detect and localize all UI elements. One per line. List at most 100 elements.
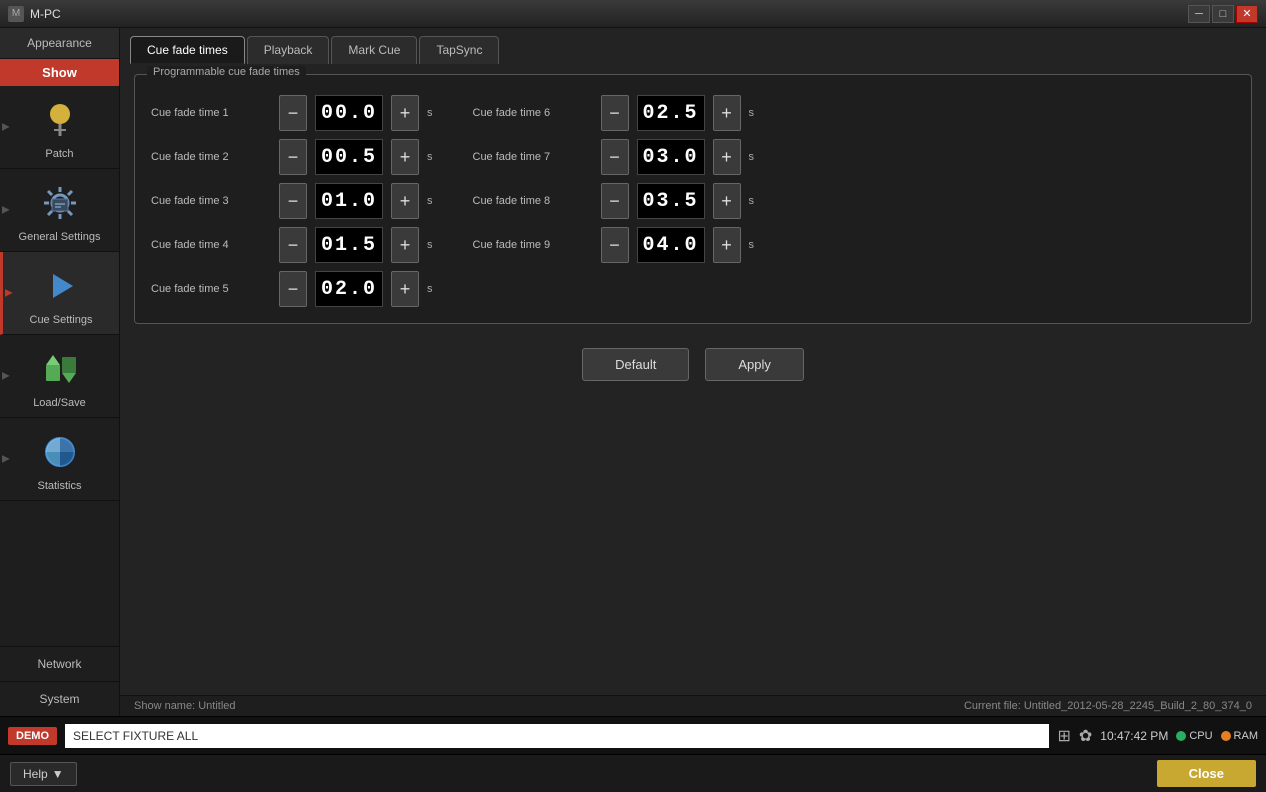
current-file: Current file: Untitled_2012-05-28_2245_B… xyxy=(964,700,1252,712)
fade-unit-4: s xyxy=(427,239,433,251)
fade-display-3: 01.0 xyxy=(315,183,383,219)
fade-unit-5: s xyxy=(427,283,433,295)
help-button[interactable]: Help ▼ xyxy=(10,762,77,786)
fade-display-6: 02.5 xyxy=(637,95,705,131)
fade-plus-5[interactable]: + xyxy=(391,271,419,307)
apply-button[interactable]: Apply xyxy=(705,348,804,381)
tab-mark-cue[interactable]: Mark Cue xyxy=(331,36,417,64)
fade-display-8: 03.5 xyxy=(637,183,705,219)
fade-label-6: Cue fade time 6 xyxy=(473,107,593,119)
general-settings-icon-wrap xyxy=(36,179,84,227)
fade-unit-3: s xyxy=(427,195,433,207)
cue-settings-icon-wrap xyxy=(37,262,85,310)
fade-minus-4[interactable]: − xyxy=(279,227,307,263)
cue-settings-icon xyxy=(39,264,83,308)
fade-row-7: Cue fade time 7 − 03.0 + s xyxy=(473,139,755,175)
fade-grid: Cue fade time 1 − 00.0 + s Cue fade time… xyxy=(151,95,1235,307)
sidebar-item-network[interactable]: Network xyxy=(0,646,119,681)
bottom-right: ⊞ ✿ 10:47:42 PM CPU RAM xyxy=(1057,726,1258,746)
fade-plus-8[interactable]: + xyxy=(713,183,741,219)
fade-plus-3[interactable]: + xyxy=(391,183,419,219)
close-window-button[interactable]: ✕ xyxy=(1236,5,1258,23)
patch-icon xyxy=(38,98,82,142)
app-title: M-PC xyxy=(30,7,61,21)
help-chevron-icon: ▼ xyxy=(52,767,64,781)
tab-playback[interactable]: Playback xyxy=(247,36,330,64)
sidebar-label-load-save: Load/Save xyxy=(33,397,86,409)
minimize-button[interactable]: ─ xyxy=(1188,5,1210,23)
taskbar-bottom: Help ▼ Close xyxy=(0,754,1266,792)
cpu-dot xyxy=(1176,731,1186,741)
sidebar-item-cue-settings[interactable]: ▶ Cue Settings xyxy=(0,252,119,335)
fade-display-9: 04.0 xyxy=(637,227,705,263)
fade-label-2: Cue fade time 2 xyxy=(151,151,271,163)
fade-row-9: Cue fade time 9 − 04.0 + s xyxy=(473,227,755,263)
fade-row-8: Cue fade time 8 − 03.5 + s xyxy=(473,183,755,219)
fade-minus-8[interactable]: − xyxy=(601,183,629,219)
fade-label-3: Cue fade time 3 xyxy=(151,195,271,207)
fade-display-5: 02.0 xyxy=(315,271,383,307)
fade-minus-9[interactable]: − xyxy=(601,227,629,263)
fade-plus-2[interactable]: + xyxy=(391,139,419,175)
tab-tapsync[interactable]: TapSync xyxy=(419,36,499,64)
cue-box-legend: Programmable cue fade times xyxy=(147,66,306,78)
settings-icon[interactable]: ✿ xyxy=(1079,726,1092,746)
sidebar-bottom: Network System xyxy=(0,646,119,716)
fade-unit-2: s xyxy=(427,151,433,163)
fade-minus-6[interactable]: − xyxy=(601,95,629,131)
panel: Programmable cue fade times Cue fade tim… xyxy=(120,64,1266,695)
fade-row-5: Cue fade time 5 − 02.0 + s xyxy=(151,271,433,307)
fade-plus-1[interactable]: + xyxy=(391,95,419,131)
close-button[interactable]: Close xyxy=(1157,760,1256,787)
fade-plus-9[interactable]: + xyxy=(713,227,741,263)
fade-display-2: 00.5 xyxy=(315,139,383,175)
sidebar-arrow-stats: ▶ xyxy=(2,454,10,465)
title-bar: M M-PC ─ □ ✕ xyxy=(0,0,1266,28)
fade-unit-7: s xyxy=(749,151,755,163)
fade-minus-1[interactable]: − xyxy=(279,95,307,131)
fade-minus-3[interactable]: − xyxy=(279,183,307,219)
fade-display-4: 01.5 xyxy=(315,227,383,263)
fade-minus-2[interactable]: − xyxy=(279,139,307,175)
sidebar-show-button[interactable]: Show xyxy=(0,59,119,86)
ram-indicator: RAM xyxy=(1221,730,1258,742)
sidebar-arrow-general: ▶ xyxy=(2,205,10,216)
demo-badge: DEMO xyxy=(8,727,57,745)
fade-col-right: Cue fade time 6 − 02.5 + s Cue fade time… xyxy=(473,95,755,307)
fade-plus-7[interactable]: + xyxy=(713,139,741,175)
fade-row-4: Cue fade time 4 − 01.5 + s xyxy=(151,227,433,263)
content-area: Cue fade times Playback Mark Cue TapSync… xyxy=(120,28,1266,716)
sidebar-item-general-settings[interactable]: ▶ xyxy=(0,169,119,252)
window-controls[interactable]: ─ □ ✕ xyxy=(1188,5,1258,23)
title-bar-left: M M-PC xyxy=(8,6,61,22)
fade-display-7: 03.0 xyxy=(637,139,705,175)
load-save-icon xyxy=(38,347,82,391)
cpu-label: CPU xyxy=(1189,730,1212,742)
fade-row-3: Cue fade time 3 − 01.0 + s xyxy=(151,183,433,219)
sidebar-item-system[interactable]: System xyxy=(0,681,119,716)
sidebar-label-cue-settings: Cue Settings xyxy=(30,314,93,326)
fade-plus-6[interactable]: + xyxy=(713,95,741,131)
sidebar-item-load-save[interactable]: ▶ Load/Save xyxy=(0,335,119,418)
fade-unit-6: s xyxy=(749,107,755,119)
fade-minus-7[interactable]: − xyxy=(601,139,629,175)
bottom-bar: DEMO SELECT FIXTURE ALL ⊞ ✿ 10:47:42 PM … xyxy=(0,716,1266,754)
action-buttons: Default Apply xyxy=(134,348,1252,381)
show-name: Show name: Untitled xyxy=(134,700,236,712)
load-save-icon-wrap xyxy=(36,345,84,393)
sidebar-arrow-patch: ▶ xyxy=(2,122,10,133)
fade-plus-4[interactable]: + xyxy=(391,227,419,263)
grid-icon[interactable]: ⊞ xyxy=(1057,726,1070,746)
sidebar-label-patch: Patch xyxy=(45,148,73,160)
default-button[interactable]: Default xyxy=(582,348,689,381)
tab-bar: Cue fade times Playback Mark Cue TapSync xyxy=(120,28,1266,64)
cpu-indicator: CPU xyxy=(1176,730,1212,742)
tab-cue-fade-times[interactable]: Cue fade times xyxy=(130,36,245,64)
fade-unit-9: s xyxy=(749,239,755,251)
sidebar-item-patch[interactable]: ▶ Patch xyxy=(0,86,119,169)
maximize-button[interactable]: □ xyxy=(1212,5,1234,23)
status-bar: Show name: Untitled Current file: Untitl… xyxy=(120,695,1266,716)
sidebar-item-statistics[interactable]: ▶ Statistics xyxy=(0,418,119,501)
fade-minus-5[interactable]: − xyxy=(279,271,307,307)
sidebar-item-appearance[interactable]: Appearance xyxy=(0,28,119,59)
